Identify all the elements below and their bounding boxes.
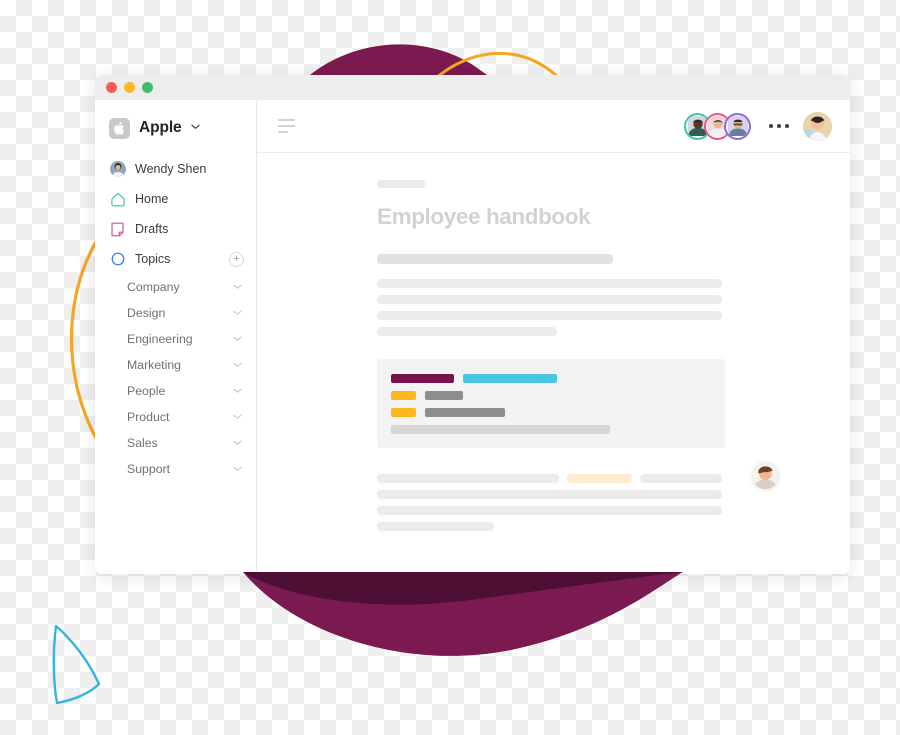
card-color-segment (425, 391, 463, 400)
placeholder-text-span (377, 522, 494, 531)
maroon-blob-shadow (243, 572, 683, 605)
window-titlebar (95, 75, 850, 100)
sidebar-topic-engineering[interactable]: Engineering (95, 326, 256, 352)
placeholder-text-line (377, 295, 722, 304)
placeholder-text-span (640, 474, 722, 483)
card-color-segment (391, 391, 416, 400)
card-row (391, 374, 711, 383)
main-panel: Employee handbook (257, 100, 850, 574)
placeholder-text-line (377, 490, 725, 499)
sidebar-item-topics[interactable]: Topics + (95, 244, 256, 274)
chevron-down-icon[interactable] (233, 387, 242, 396)
maximize-button[interactable] (142, 82, 153, 93)
placeholder-text-line (377, 474, 725, 483)
card-color-segment (463, 374, 557, 383)
workspace-switcher[interactable]: Apple (95, 113, 256, 143)
document-content: Employee handbook (377, 180, 779, 531)
page-stage: Apple Wendy Shen Home Drafts Topics + Co… (0, 0, 900, 735)
user-avatar-icon (109, 161, 126, 177)
cyan-triangle-outline (52, 624, 101, 705)
chevron-down-icon (190, 123, 200, 133)
sidebar-topic-sales[interactable]: Sales (95, 430, 256, 456)
placeholder-text-line (377, 522, 725, 531)
placeholder-text-line (377, 311, 722, 320)
chevron-down-icon[interactable] (233, 335, 242, 344)
home-icon (110, 192, 125, 207)
topic-label: Marketing (127, 358, 181, 372)
sidebar-item-wendy-shen[interactable]: Wendy Shen (95, 154, 256, 184)
topic-label: Sales (127, 436, 158, 450)
apple-logo-icon (109, 117, 130, 139)
topics-list: Company Design Engineering Marketing People P… (95, 274, 256, 482)
paragraph-placeholder-block (377, 254, 725, 336)
placeholder-text-line (377, 327, 557, 336)
sidebar-topic-company[interactable]: Company (95, 274, 256, 300)
document-eyebrow-placeholder (377, 180, 425, 188)
card-color-segment (391, 408, 416, 417)
close-button[interactable] (106, 82, 117, 93)
sidebar-item-home[interactable]: Home (95, 184, 256, 214)
placeholder-text-line (377, 254, 613, 264)
card-row (391, 391, 711, 400)
sidebar-topic-support[interactable]: Support (95, 456, 256, 482)
collaborator-avatars (684, 112, 751, 140)
topic-label: People (127, 384, 166, 398)
chevron-down-icon[interactable] (233, 283, 242, 292)
drafts-icon (110, 222, 125, 237)
sidebar-item-drafts[interactable]: Drafts (95, 214, 256, 244)
topic-label: Company (127, 280, 180, 294)
add-topic-button[interactable]: + (229, 251, 244, 267)
chevron-down-icon[interactable] (233, 465, 242, 474)
app-window: Apple Wendy Shen Home Drafts Topics + Co… (95, 75, 850, 574)
sidebar-item-label: Wendy Shen (135, 162, 207, 176)
highlight-card (377, 359, 725, 448)
document-toolbar (257, 100, 850, 153)
sidebar-topic-product[interactable]: Product (95, 404, 256, 430)
topic-label: Product (127, 410, 170, 424)
sidebar-item-label: Drafts (135, 222, 169, 236)
chevron-down-icon[interactable] (233, 361, 242, 370)
placeholder-text-span (377, 474, 559, 483)
card-color-segment (391, 374, 454, 383)
placeholder-text-span (377, 490, 722, 499)
sidebar-item-label: Home (135, 192, 169, 206)
workspace-name: Apple (139, 119, 182, 136)
current-user-avatar[interactable] (803, 111, 832, 141)
yellow-arc-left (69, 239, 99, 441)
topic-label: Engineering (127, 332, 193, 346)
closing-placeholder-block (377, 474, 725, 531)
more-options-icon[interactable] (769, 124, 789, 128)
sidebar-topic-marketing[interactable]: Marketing (95, 352, 256, 378)
sidebar-topic-people[interactable]: People (95, 378, 256, 404)
placeholder-text-line (377, 279, 722, 288)
card-footer-bar (391, 425, 610, 434)
sidebar-topic-design[interactable]: Design (95, 300, 256, 326)
chevron-down-icon[interactable] (233, 413, 242, 422)
topics-circle-icon (110, 252, 125, 267)
collaborator-avatar-3[interactable] (724, 112, 751, 140)
placeholder-text-line (377, 506, 725, 515)
highlighted-text-span (567, 474, 632, 483)
chevron-down-icon[interactable] (233, 439, 242, 448)
page-title: Employee handbook (377, 204, 591, 229)
document-canvas: Employee handbook (257, 153, 850, 574)
sidebar-item-label: Topics (135, 252, 171, 266)
chevron-down-icon[interactable] (233, 309, 242, 318)
window-body: Apple Wendy Shen Home Drafts Topics + Co… (95, 100, 850, 574)
topic-label: Support (127, 462, 171, 476)
hamburger-menu-icon[interactable] (278, 119, 295, 133)
card-color-segment (425, 408, 505, 417)
card-row (391, 408, 711, 417)
placeholder-text-span (377, 506, 722, 515)
minimize-button[interactable] (124, 82, 135, 93)
sidebar-nav: Wendy Shen Home Drafts Topics + Company … (95, 154, 256, 482)
commenter-avatar[interactable] (752, 462, 779, 489)
topic-label: Design (127, 306, 166, 320)
maroon-blob-shape (243, 572, 683, 656)
sidebar: Apple Wendy Shen Home Drafts Topics + Co… (95, 100, 257, 574)
